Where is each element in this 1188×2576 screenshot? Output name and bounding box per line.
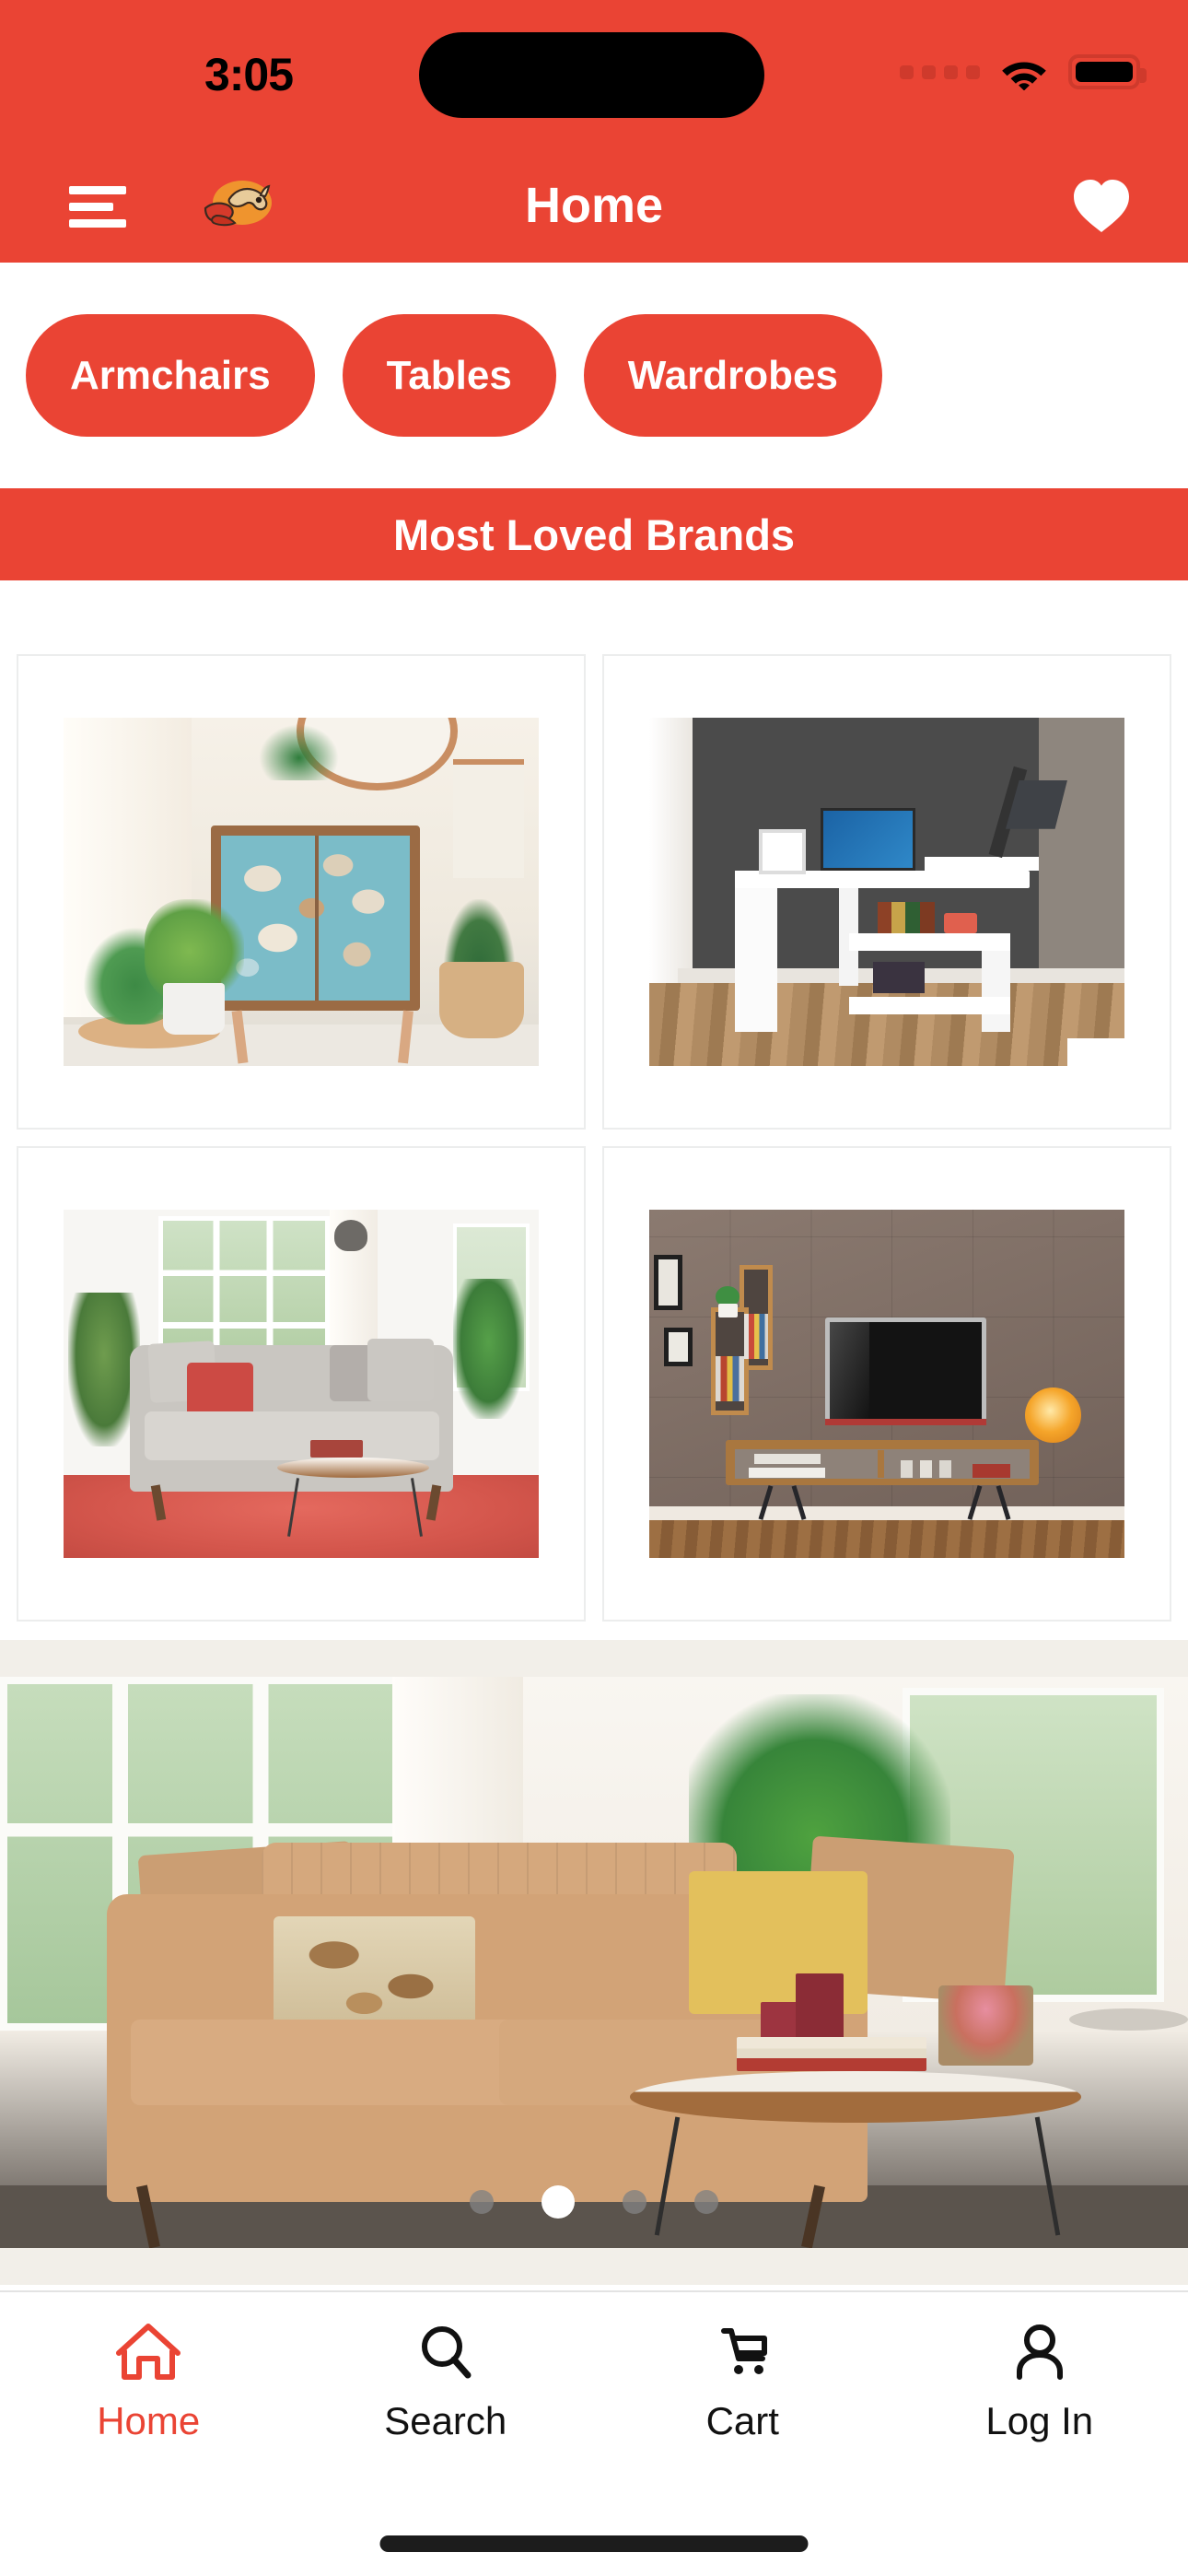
product-image-wooden-tv-unit — [649, 1209, 1124, 1559]
product-image-white-corner-desk — [649, 717, 1124, 1067]
search-icon — [413, 2318, 479, 2386]
tab-log-in[interactable]: Log In — [891, 2318, 1188, 2476]
carousel-dot-1[interactable] — [470, 2190, 494, 2214]
status-bar-indicators — [900, 53, 1147, 90]
person-icon — [1007, 2318, 1073, 2386]
carousel-dot-4[interactable] — [694, 2190, 718, 2214]
tab-cart-label: Cart — [705, 2399, 779, 2442]
app-screen: 3:05 Home Armchairs Tables Wardrobes Mos… — [0, 0, 1188, 2576]
product-card-white-corner-desk[interactable] — [602, 654, 1171, 1130]
home-icon — [115, 2318, 181, 2386]
product-card-floral-teal-cabinet[interactable] — [17, 654, 586, 1130]
wifi-icon — [1000, 53, 1048, 90]
tab-home-label: Home — [97, 2399, 201, 2442]
carousel-dot-3[interactable] — [623, 2190, 646, 2214]
status-bar-clock: 3:05 — [204, 49, 294, 100]
category-chip-wardrobes[interactable]: Wardrobes — [583, 314, 882, 437]
heart-icon[interactable] — [1072, 177, 1131, 234]
product-card-wooden-tv-unit[interactable] — [602, 1146, 1171, 1622]
product-card-grey-sofa-set[interactable] — [17, 1146, 586, 1622]
carousel-slide-image — [0, 1677, 1188, 2248]
category-chip-armchairs[interactable]: Armchairs — [26, 314, 315, 437]
battery-full-icon — [1068, 54, 1147, 89]
product-image-floral-teal-cabinet — [64, 717, 539, 1067]
cellular-dots-icon — [900, 64, 980, 79]
carousel-pagination-dots — [0, 2185, 1188, 2219]
page-title: Home — [524, 177, 664, 233]
dynamic-island — [419, 32, 764, 118]
app-header: Home — [0, 147, 1188, 263]
section-banner-title: Most Loved Brands — [392, 509, 796, 559]
tab-search[interactable]: Search — [297, 2318, 595, 2476]
carousel-dot-2[interactable] — [542, 2185, 575, 2219]
section-banner: Most Loved Brands — [0, 488, 1188, 580]
product-grid — [0, 654, 1188, 1622]
category-chip-row: Armchairs Tables Wardrobes — [0, 263, 1188, 488]
tab-cart[interactable]: Cart — [594, 2318, 891, 2476]
home-indicator — [379, 2535, 809, 2552]
promo-carousel[interactable] — [0, 1640, 1188, 2285]
bottom-navigation-bar: Home Search Cart Log In — [0, 2290, 1188, 2576]
category-chip-tables[interactable]: Tables — [342, 314, 556, 437]
status-bar: 3:05 — [0, 0, 1188, 147]
cart-icon — [709, 2318, 775, 2386]
product-image-grey-sofa-set — [64, 1209, 539, 1559]
tab-log-in-label: Log In — [985, 2399, 1094, 2442]
tab-home[interactable]: Home — [0, 2318, 297, 2476]
tab-search-label: Search — [384, 2399, 507, 2442]
